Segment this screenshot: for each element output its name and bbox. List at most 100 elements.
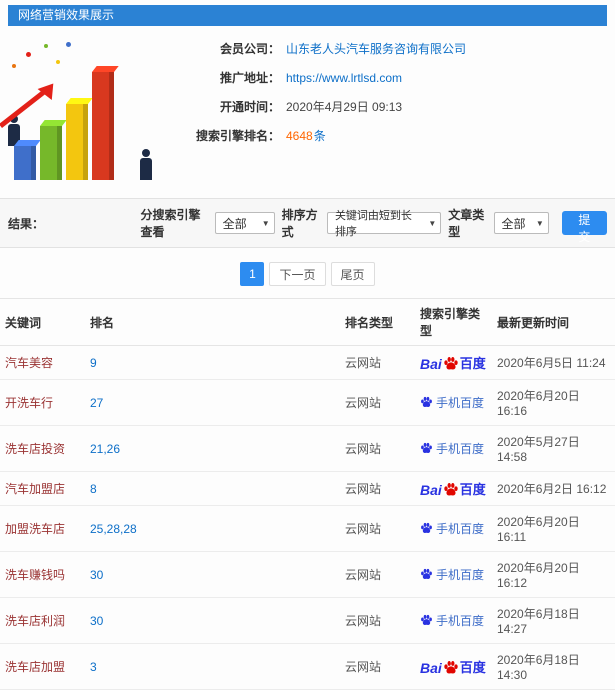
filter-bar: 结果： 分搜索引擎查看 全部 ▼ 排序方式 关键词由短到长排序 ▼ 文章类型 全…	[0, 198, 615, 248]
sort-value: 关键词由短到长排序	[334, 210, 412, 238]
baidu-logo: Bai 百度	[420, 479, 486, 498]
confetti-dot	[66, 42, 71, 47]
rank-cell: 30	[85, 551, 340, 598]
rank-value-link[interactable]: 27	[90, 396, 103, 410]
rank-type-cell: 云网站	[340, 505, 415, 552]
rank-cell: 8	[85, 471, 340, 506]
baidu-logo: Bai 百度	[420, 657, 486, 676]
baidu-logo-latin: Bai	[420, 660, 442, 676]
baidu-logo-cn: 百度	[459, 482, 486, 497]
mobile-baidu-logo: 手机百度	[420, 566, 484, 583]
next-page-button[interactable]: 下一页	[269, 262, 326, 286]
rank-value-link[interactable]: 9	[90, 356, 97, 370]
update-time-cell: 2020年6月2日 16:12	[492, 471, 615, 506]
baidu-logo-latin: Bai	[420, 482, 442, 498]
person-figure	[140, 149, 152, 180]
info-row-open-time: 开通时间： 2020年4月29日 09:13	[170, 98, 615, 115]
keyword-cell: 洗车赚钱吗	[0, 551, 85, 598]
baidu-paw-icon	[421, 568, 432, 579]
rank-type-cell: 云网站	[340, 551, 415, 598]
mobile-baidu-label: 手机百度	[436, 567, 485, 582]
results-table: 关键词 排名 排名类型 搜索引擎类型 最新更新时间 汽车美容 9 云网站 Bai 百度 2…	[0, 298, 615, 690]
page: 网络营销效果展示 会员公司： 山东老人头汽车服务咨询有限公司 推广地址： htt…	[0, 5, 615, 690]
rank-value-link[interactable]: 8	[90, 482, 97, 496]
rank-value-link[interactable]: 25,28,28	[90, 522, 137, 536]
table-row: 汽车美容 9 云网站 Bai 百度 2020年6月5日 11:24	[0, 345, 615, 380]
rank-value-link[interactable]: 30	[90, 614, 103, 628]
rank-type-cell: 云网站	[340, 643, 415, 690]
engine-filter-value: 全部	[222, 216, 247, 231]
mobile-baidu-label: 手机百度	[436, 441, 485, 456]
rank-value-link[interactable]: 30	[90, 568, 103, 582]
info-row-rank-count: 搜索引擎排名： 4648 条	[170, 127, 615, 144]
baidu-paw-icon	[421, 614, 432, 625]
company-name-link[interactable]: 山东老人头汽车服务咨询有限公司	[286, 40, 466, 57]
keyword-cell: 洗车店投资	[0, 425, 85, 472]
confetti-dot	[56, 60, 60, 64]
engine-cell: 手机百度	[415, 379, 492, 426]
keyword-cell: 加盟洗车店	[0, 505, 85, 552]
rank-type-cell: 云网站	[340, 379, 415, 426]
rank-value-link[interactable]: 21,26	[90, 442, 120, 456]
pagination: 1 下一页 尾页	[0, 248, 615, 298]
engine-filter-select[interactable]: 全部 ▼	[214, 212, 275, 234]
bar-yellow	[66, 104, 88, 180]
chevron-down-icon: ▼	[428, 218, 437, 228]
sort-label: 排序方式	[281, 208, 318, 239]
baidu-paw-icon	[421, 396, 432, 407]
info-section: 会员公司： 山东老人头汽车服务咨询有限公司 推广地址： https://www.…	[0, 26, 615, 196]
engine-cell: Bai 百度	[415, 471, 492, 506]
update-time-cell: 2020年6月20日 16:16	[492, 379, 615, 426]
chevron-down-icon: ▼	[535, 218, 544, 228]
update-time-cell: 2020年6月20日 16:11	[492, 505, 615, 552]
marketing-bar-chart-illustration	[0, 34, 170, 192]
rank-type-cell: 云网站	[340, 597, 415, 644]
company-label: 会员公司：	[219, 42, 280, 56]
baidu-paw-icon	[444, 661, 458, 674]
sort-select[interactable]: 关键词由短到长排序 ▼	[326, 210, 442, 238]
engine-cell: 手机百度	[415, 425, 492, 472]
submit-button[interactable]: 提交	[561, 211, 607, 244]
promo-url-link[interactable]: https://www.lrtlsd.com	[286, 71, 402, 85]
update-time-cell: 2020年6月20日 16:12	[492, 551, 615, 598]
rank-count-unit: 条	[313, 129, 326, 143]
article-type-select[interactable]: 全部 ▼	[493, 212, 549, 234]
info-row-url: 推广地址： https://www.lrtlsd.com	[170, 69, 615, 86]
table-header-row: 关键词 排名 排名类型 搜索引擎类型 最新更新时间	[0, 298, 615, 346]
last-page-button[interactable]: 尾页	[330, 262, 375, 286]
filter-controls: 分搜索引擎查看 全部 ▼ 排序方式 关键词由短到长排序 ▼ 文章类型 全部 ▼ …	[141, 206, 607, 244]
rank-count-label: 搜索引擎排名：	[195, 129, 280, 143]
open-time-value: 2020年4月29日 09:13	[286, 100, 403, 114]
rank-type-cell: 云网站	[340, 425, 415, 472]
keyword-cell: 洗车店加盟	[0, 643, 85, 690]
rank-cell: 9	[85, 345, 340, 380]
baidu-logo-latin: Bai	[420, 356, 442, 372]
rank-value-link[interactable]: 3	[90, 660, 97, 674]
baidu-paw-icon	[444, 357, 458, 370]
bar-blue	[14, 146, 36, 180]
engine-cell: 手机百度	[415, 505, 492, 552]
info-row-company: 会员公司： 山东老人头汽车服务咨询有限公司	[170, 40, 615, 57]
header-bar: 网络营销效果展示	[8, 5, 607, 26]
baidu-paw-icon	[444, 483, 458, 496]
rank-cell: 30	[85, 597, 340, 644]
baidu-paw-icon	[421, 442, 432, 453]
engine-cell: Bai 百度	[415, 643, 492, 690]
result-label: 结果：	[8, 216, 45, 231]
update-time-cell: 2020年5月27日 14:58	[492, 425, 615, 472]
engine-cell: 手机百度	[415, 551, 492, 598]
keyword-cell: 汽车加盟店	[0, 471, 85, 506]
rank-type-cell: 云网站	[340, 345, 415, 380]
page-number-current[interactable]: 1	[240, 262, 265, 286]
header-rank: 排名	[85, 298, 340, 346]
keyword-cell: 开洗车行	[0, 379, 85, 426]
table-row: 开洗车行 27 云网站 手机百度 2020年6月20日 16:16	[0, 379, 615, 426]
baidu-logo-cn: 百度	[459, 356, 486, 371]
results-table-body: 汽车美容 9 云网站 Bai 百度 2020年6月5日 11:24 开洗车行 27 云网站 手机百…	[0, 345, 615, 690]
mobile-baidu-logo: 手机百度	[420, 520, 484, 537]
growth-bars	[14, 72, 114, 180]
mobile-baidu-label: 手机百度	[436, 395, 485, 410]
mobile-baidu-label: 手机百度	[436, 613, 485, 628]
table-row: 洗车店利润 30 云网站 手机百度 2020年6月18日 14:27	[0, 597, 615, 644]
confetti-dot	[26, 52, 31, 57]
